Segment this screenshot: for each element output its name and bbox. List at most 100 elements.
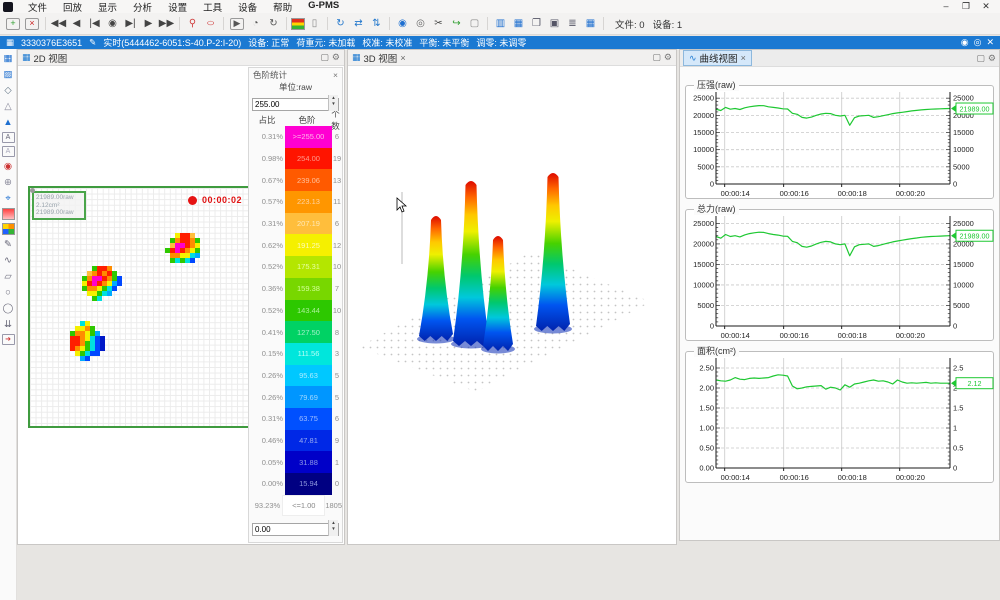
pencil-icon[interactable]: ✎ bbox=[2, 238, 15, 251]
max-value-input[interactable] bbox=[252, 98, 339, 111]
close-tab-icon[interactable]: × bbox=[400, 53, 405, 63]
prism-icon[interactable]: △ bbox=[2, 100, 15, 113]
quad-colors-icon[interactable] bbox=[2, 223, 15, 235]
gauge-icon[interactable]: ◔ bbox=[247, 16, 264, 31]
min-value-spinner[interactable]: ▲▼ bbox=[328, 520, 338, 536]
layout-monitor-icon[interactable]: ▣ bbox=[546, 16, 563, 31]
clear-data-icon[interactable]: ▯ bbox=[306, 16, 323, 31]
average-b-icon[interactable]: A bbox=[2, 146, 15, 157]
frame-select-icon[interactable]: ▢ bbox=[466, 16, 483, 31]
color-scale-row[interactable]: 0.31%>=255.006 bbox=[249, 126, 342, 148]
fast-forward-icon[interactable]: ▶▶ bbox=[158, 16, 175, 31]
min-value-input[interactable] bbox=[252, 523, 339, 536]
surface-3d-view[interactable] bbox=[348, 66, 676, 544]
color-table-header: 占比 色阶 个数 bbox=[249, 114, 342, 126]
color-scale-row[interactable]: 0.26%79.695 bbox=[249, 386, 342, 408]
settings-gear-icon[interactable]: ⚙ bbox=[332, 52, 340, 63]
color-scale-row[interactable]: 0.31%63.756 bbox=[249, 408, 342, 430]
menu-item-5[interactable]: 设置 bbox=[161, 0, 194, 14]
prism-active-icon[interactable]: ▲ bbox=[2, 116, 15, 129]
snip-icon[interactable]: ✂ bbox=[430, 16, 447, 31]
close-view-icon[interactable]: × bbox=[25, 18, 39, 30]
profile-icon[interactable]: ⊕ bbox=[2, 176, 15, 189]
color-scale-row[interactable]: 0.31%207.196 bbox=[249, 213, 342, 235]
color-scale-row[interactable]: 0.15%111.563 bbox=[249, 343, 342, 365]
menu-item-1[interactable]: 文件 bbox=[21, 0, 54, 14]
skip-to-start-icon[interactable]: |◀ bbox=[86, 16, 103, 31]
view-grid-icon[interactable]: ▦ bbox=[2, 52, 15, 65]
skip-to-end-icon[interactable]: ▶| bbox=[122, 16, 139, 31]
brush-icon[interactable]: ▨ bbox=[2, 68, 15, 81]
export-icon[interactable]: ↪ bbox=[448, 16, 465, 31]
menu-item-6[interactable]: 工具 bbox=[196, 0, 229, 14]
ellipse-roi-icon[interactable]: ◯ bbox=[2, 302, 15, 315]
loop-region-icon[interactable]: ○ bbox=[198, 16, 224, 31]
color-scale-icon[interactable] bbox=[291, 18, 305, 30]
minimize-button[interactable]: – bbox=[938, 1, 954, 12]
color-scale-row[interactable]: 0.57%223.1311 bbox=[249, 191, 342, 213]
menu-item-9[interactable]: G-PMS bbox=[301, 0, 346, 14]
close-dock-icon[interactable]: ✕ bbox=[986, 37, 994, 48]
expand-icon[interactable]: ▢ bbox=[320, 52, 329, 63]
polygon-icon[interactable]: ▱ bbox=[2, 270, 15, 283]
maximize-button[interactable]: ❐ bbox=[958, 1, 974, 12]
color-scale-row[interactable]: 0.52%143.4410 bbox=[249, 300, 342, 322]
edit-icon[interactable]: ✎ bbox=[89, 37, 96, 48]
record-target-icon[interactable]: ◉ bbox=[2, 160, 15, 173]
color-scale-row[interactable]: 0.26%95.635 bbox=[249, 365, 342, 387]
probe-pin-icon[interactable]: ⌖ bbox=[2, 192, 15, 205]
color-scale-row[interactable]: 0.62%191.2512 bbox=[249, 234, 342, 256]
tooltip-handle[interactable] bbox=[30, 188, 35, 193]
expand-icon[interactable]: ▢ bbox=[976, 53, 985, 64]
tab-curve-view[interactable]: ∿ 曲线视图 × bbox=[683, 50, 752, 66]
menu-item-4[interactable]: 分析 bbox=[126, 0, 159, 14]
rotate-icon[interactable]: ↻ bbox=[332, 16, 349, 31]
layout-columns-icon[interactable]: ▥ bbox=[492, 16, 509, 31]
layout-tiles-icon[interactable]: ▦ bbox=[582, 16, 599, 31]
color-scale-row[interactable]: 0.41%127.508 bbox=[249, 321, 342, 343]
average-a-icon[interactable]: A bbox=[2, 132, 15, 143]
polyline-icon[interactable]: ∿ bbox=[2, 254, 15, 267]
max-value-spinner[interactable]: ▲▼ bbox=[328, 95, 338, 111]
menu-item-8[interactable]: 帮助 bbox=[266, 0, 299, 14]
target-active-icon[interactable]: ◉ bbox=[394, 16, 411, 31]
circle-roi-icon[interactable]: ○ bbox=[2, 286, 15, 299]
settings-gear-icon[interactable]: ⚙ bbox=[664, 52, 672, 63]
stop-record-icon[interactable]: ◉ bbox=[104, 16, 121, 31]
fast-backward-icon[interactable]: ◀◀ bbox=[50, 16, 67, 31]
menu-item-7[interactable]: 设备 bbox=[231, 0, 264, 14]
color-scale-row[interactable]: 0.98%254.0019 bbox=[249, 148, 342, 170]
close-panel-icon[interactable]: × bbox=[333, 70, 338, 80]
heatmap-canvas[interactable]: 21989.00raw 2.12cm² 21989.00raw 00:00:02 bbox=[28, 186, 256, 428]
exit-view-icon[interactable]: ➜ bbox=[2, 334, 15, 345]
flip-horizontal-icon[interactable]: ⇄ bbox=[350, 16, 367, 31]
target-icon[interactable]: ◎ bbox=[412, 16, 429, 31]
flatten-icon[interactable]: ⇊ bbox=[2, 318, 15, 331]
add-view-icon[interactable]: + bbox=[6, 18, 20, 30]
layout-frame-icon[interactable]: ❐ bbox=[528, 16, 545, 31]
play-icon[interactable]: ▶ bbox=[140, 16, 157, 31]
color-scale-row[interactable]: 0.36%159.387 bbox=[249, 278, 342, 300]
menu-item-2[interactable]: 回放 bbox=[56, 0, 89, 14]
layout-list-icon[interactable]: ≣ bbox=[564, 16, 581, 31]
float-icon[interactable]: ◉ bbox=[961, 37, 969, 48]
layout-grid-icon[interactable]: ▦ bbox=[510, 16, 527, 31]
settings-gear-icon[interactable]: ⚙ bbox=[988, 53, 996, 64]
color-scale-row[interactable]: 93.23%<=1.001805 bbox=[249, 495, 342, 517]
color-scale-row[interactable]: 0.46%47.819 bbox=[249, 430, 342, 452]
color-scale-row[interactable]: 0.52%175.3110 bbox=[249, 256, 342, 278]
color-scale-row[interactable]: 0.05%31.881 bbox=[249, 451, 342, 473]
step-backward-icon[interactable]: ◀ bbox=[68, 16, 85, 31]
sensor-node-icon[interactable]: ◇ bbox=[2, 84, 15, 97]
loop-play-icon[interactable]: ↻ bbox=[265, 16, 282, 31]
close-tab-icon[interactable]: × bbox=[741, 53, 746, 63]
gradient-icon[interactable] bbox=[2, 208, 15, 220]
close-button[interactable]: ✕ bbox=[978, 1, 994, 12]
menu-item-3[interactable]: 显示 bbox=[91, 0, 124, 14]
dock-icon[interactable]: ◎ bbox=[974, 37, 982, 48]
color-scale-row[interactable]: 0.00%15.940 bbox=[249, 473, 342, 495]
flip-vertical-icon[interactable]: ⇅ bbox=[368, 16, 385, 31]
video-player-icon[interactable]: ▶ bbox=[230, 18, 244, 30]
expand-icon[interactable]: ▢ bbox=[652, 52, 661, 63]
color-scale-row[interactable]: 0.67%239.0613 bbox=[249, 169, 342, 191]
